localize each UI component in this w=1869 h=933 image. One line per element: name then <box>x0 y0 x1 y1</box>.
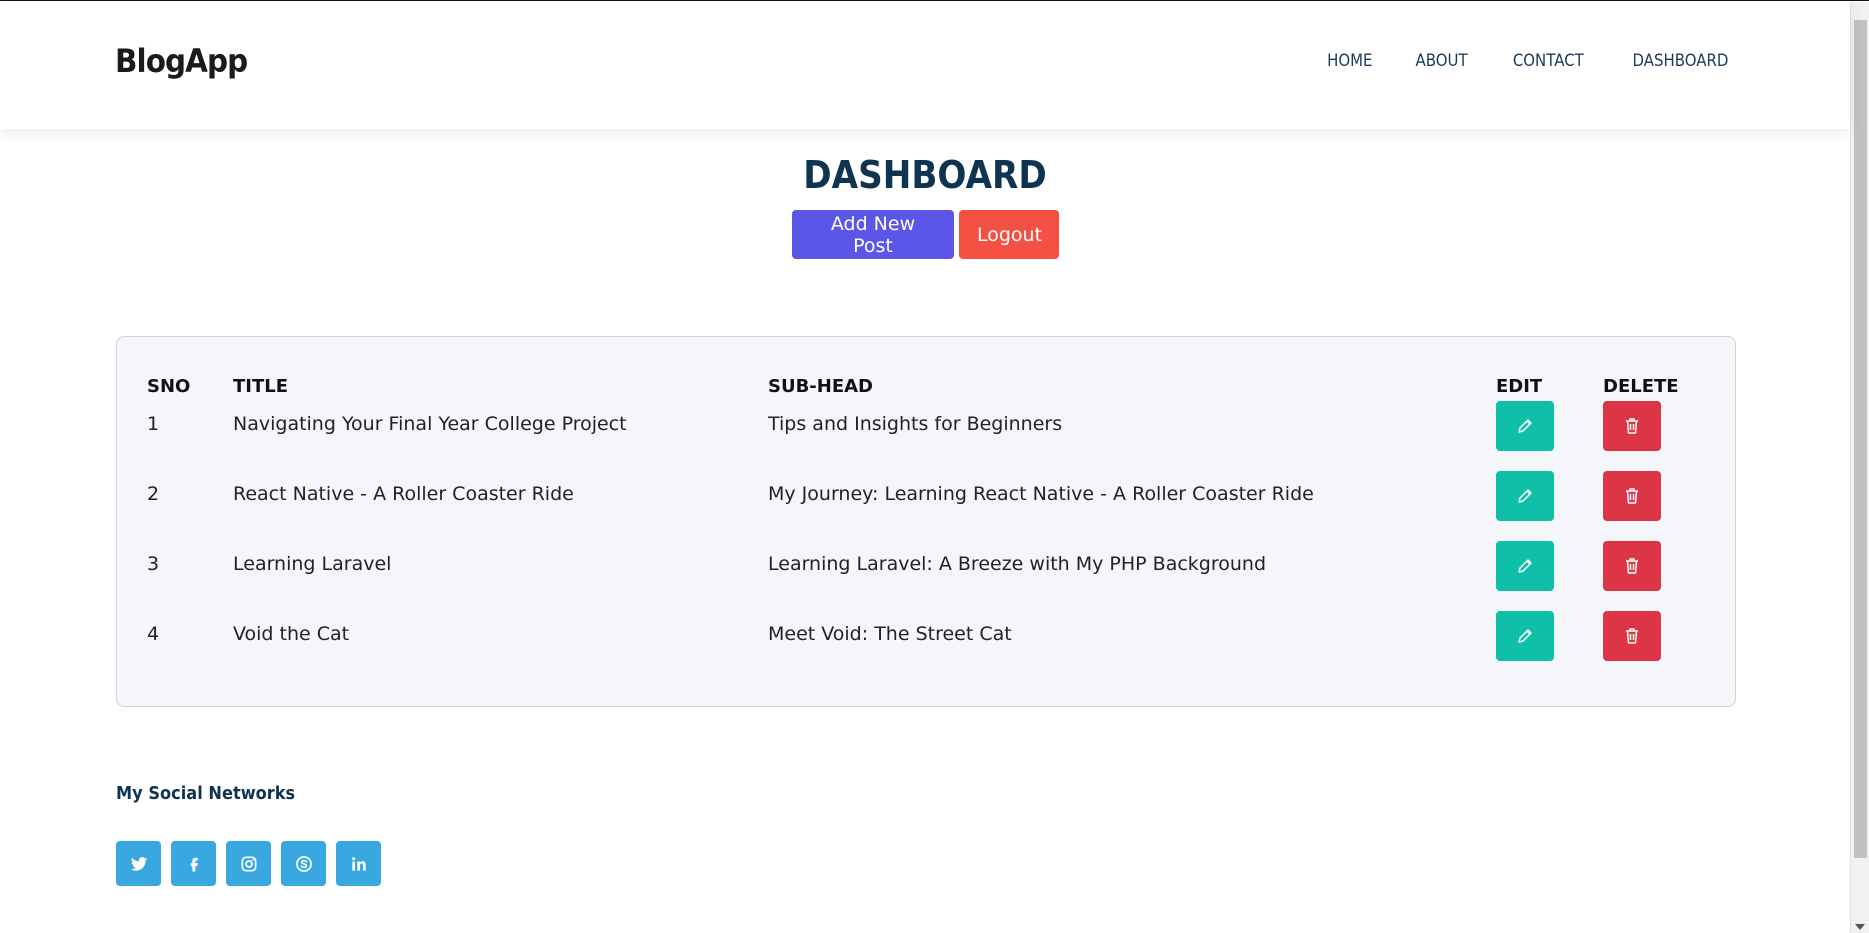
add-new-post-button[interactable]: Add New Post <box>792 210 954 259</box>
cell-title: React Native - A Roller Coaster Ride <box>233 483 574 505</box>
vertical-scrollbar[interactable] <box>1850 2 1869 933</box>
cell-title: Learning Laravel <box>233 553 392 575</box>
trash-icon <box>1626 488 1638 504</box>
social-links <box>116 841 381 886</box>
pencil-icon <box>1518 489 1532 503</box>
delete-button[interactable] <box>1603 471 1661 521</box>
header-sno: SNO <box>147 375 191 397</box>
table-row: 4 Void the Cat Meet Void: The Street Cat <box>147 611 1703 681</box>
cell-delete <box>1603 611 1703 681</box>
delete-button[interactable] <box>1603 541 1661 591</box>
pencil-icon <box>1518 559 1532 573</box>
delete-button[interactable] <box>1603 611 1661 661</box>
cell-edit <box>1496 541 1603 611</box>
cell-sno: 4 <box>147 623 160 645</box>
twitter-icon <box>130 856 147 871</box>
cell-delete <box>1603 401 1703 471</box>
facebook-button[interactable] <box>171 841 216 886</box>
twitter-button[interactable] <box>116 841 161 886</box>
nav-menu: HOME ABOUT CONTACT DASHBOARD <box>1324 51 1735 71</box>
facebook-icon <box>190 857 198 871</box>
nav-contact[interactable]: CONTACT <box>1513 51 1584 71</box>
table-row: 1 Navigating Your Final Year College Pro… <box>147 401 1703 471</box>
cell-subhead: Meet Void: The Street Cat <box>768 623 1012 645</box>
cell-delete <box>1603 541 1703 611</box>
cell-sno: 1 <box>147 413 160 435</box>
nav-dashboard[interactable]: DASHBOARD <box>1633 51 1729 71</box>
scroll-down-arrow-icon[interactable] <box>1855 924 1865 930</box>
cell-edit <box>1496 611 1603 681</box>
header-title: TITLE <box>233 375 289 397</box>
social-networks-title: My Social Networks <box>116 783 296 804</box>
instagram-button[interactable] <box>226 841 271 886</box>
edit-button[interactable] <box>1496 401 1554 451</box>
scrollbar-thumb[interactable] <box>1854 20 1867 858</box>
skype-icon <box>295 855 312 872</box>
cell-subhead: My Journey: Learning React Native - A Ro… <box>768 483 1314 505</box>
pencil-icon <box>1518 419 1532 433</box>
edit-button[interactable] <box>1496 471 1554 521</box>
trash-icon <box>1626 558 1638 574</box>
cell-sno: 3 <box>147 553 160 575</box>
edit-button[interactable] <box>1496 541 1554 591</box>
linkedin-button[interactable] <box>336 841 381 886</box>
cell-subhead: Tips and Insights for Beginners <box>768 413 1063 435</box>
page-title: DASHBOARD <box>803 153 1047 197</box>
posts-table-card: SNO TITLE SUB-HEAD EDIT DELETE 1 Navigat… <box>116 336 1736 707</box>
cell-edit <box>1496 401 1603 471</box>
table-row: 3 Learning Laravel Learning Laravel: A B… <box>147 541 1703 611</box>
nav-about[interactable]: ABOUT <box>1416 51 1468 71</box>
navbar: BlogApp HOME ABOUT CONTACT DASHBOARD <box>0 2 1850 129</box>
cell-sno: 2 <box>147 483 160 505</box>
cell-edit <box>1496 471 1603 541</box>
dashboard-actions: Add New Post Logout <box>792 210 1059 259</box>
posts-table: SNO TITLE SUB-HEAD EDIT DELETE 1 Navigat… <box>147 371 1703 681</box>
logout-button[interactable]: Logout <box>959 210 1059 259</box>
trash-icon <box>1626 628 1638 644</box>
brand-logo[interactable]: BlogApp <box>115 42 248 80</box>
edit-button[interactable] <box>1496 611 1554 661</box>
instagram-icon <box>241 856 256 871</box>
delete-button[interactable] <box>1603 401 1661 451</box>
table-header-row: SNO TITLE SUB-HEAD EDIT DELETE <box>147 371 1703 401</box>
linkedin-icon <box>351 856 366 871</box>
cell-subhead: Learning Laravel: A Breeze with My PHP B… <box>768 553 1267 575</box>
table-row: 2 React Native - A Roller Coaster Ride M… <box>147 471 1703 541</box>
cell-delete <box>1603 471 1703 541</box>
header-delete: DELETE <box>1603 375 1679 397</box>
header-subhead: SUB-HEAD <box>768 375 874 397</box>
pencil-icon <box>1518 629 1532 643</box>
skype-button[interactable] <box>281 841 326 886</box>
cell-title: Void the Cat <box>233 623 350 645</box>
nav-home[interactable]: HOME <box>1327 51 1372 71</box>
header-edit: EDIT <box>1496 375 1543 397</box>
trash-icon <box>1626 418 1638 434</box>
cell-title: Navigating Your Final Year College Proje… <box>233 413 627 435</box>
